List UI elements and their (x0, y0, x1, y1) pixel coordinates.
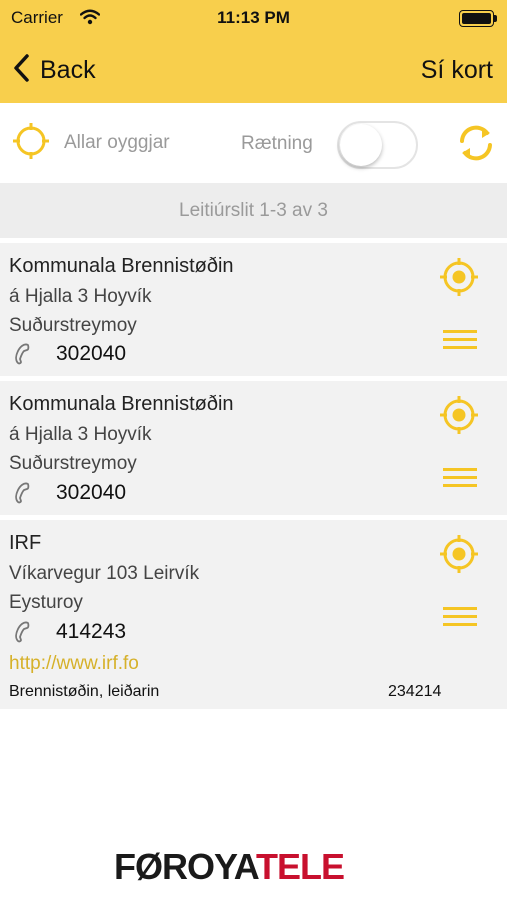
phone-link[interactable]: 302040 (12, 481, 126, 505)
item-name: IRF (9, 532, 42, 554)
locate-icon (12, 122, 50, 165)
phone-link[interactable]: 302040 (12, 342, 126, 366)
status-bar: Carrier 11:13 PM (0, 0, 507, 36)
foroya-tele-logo: FØROYATELE (0, 840, 507, 890)
clock: 11:13 PM (217, 8, 290, 27)
back-label: Back (40, 55, 96, 84)
website-link[interactable]: http://www.irf.fo (9, 653, 139, 675)
svg-text:FØROYATELE: FØROYATELE (114, 846, 344, 887)
chevron-left-icon (12, 53, 30, 88)
details-menu-button[interactable] (443, 466, 477, 490)
item-name: Kommunala Brennistøðin (9, 255, 234, 277)
island-filter-label: Allar oyggjar (64, 132, 170, 153)
results-summary: Leitiúrslit 1-3 av 3 (179, 199, 328, 221)
results-summary-bar: Leitiúrslit 1-3 av 3 (0, 183, 507, 238)
locate-on-map-button[interactable] (439, 395, 479, 435)
item-phone: 414243 (56, 620, 127, 643)
toggle-knob (340, 124, 382, 166)
target-icon (440, 258, 478, 296)
navigation-bar: Carrier 11:13 PM Back Sí kort (0, 0, 507, 103)
phone-icon (15, 621, 30, 643)
locate-on-map-button[interactable] (439, 257, 479, 297)
battery-icon (459, 10, 497, 27)
item-region: Suðurstreymoy (9, 315, 137, 336)
details-menu-button[interactable] (443, 328, 477, 352)
list-item[interactable]: Kommunala Brennistøðin á Hjalla 3 Hoyvík… (0, 381, 507, 515)
list-item[interactable]: Kommunala Brennistøðin á Hjalla 3 Hoyvík… (0, 243, 507, 376)
item-category: Brennistøðin, leiðarin (9, 683, 160, 700)
back-button[interactable]: Back (12, 50, 96, 90)
item-phone: 302040 (56, 342, 127, 365)
refresh-icon (460, 125, 492, 161)
menu-icon (443, 330, 477, 349)
target-icon (440, 535, 478, 573)
refresh-button[interactable] (455, 122, 497, 164)
sort-toggle[interactable] (337, 121, 418, 169)
item-name: Kommunala Brennistøðin (9, 393, 234, 415)
locate-on-map-button[interactable] (439, 534, 479, 574)
item-region: Eysturoy (9, 592, 83, 613)
island-filter-button[interactable]: Allar oyggjar (12, 122, 170, 165)
list-item[interactable]: IRF Víkarvegur 103 Leirvík Eysturoy 4142… (0, 520, 507, 709)
item-address: Víkarvegur 103 Leirvík (9, 563, 200, 584)
details-menu-button[interactable] (443, 605, 477, 629)
menu-icon (443, 607, 477, 626)
show-map-button[interactable]: Sí kort (421, 50, 493, 90)
item-address: á Hjalla 3 Hoyvík (9, 424, 152, 445)
item-phone: 302040 (56, 481, 127, 504)
menu-icon (443, 468, 477, 487)
item-region: Suðurstreymoy (9, 453, 137, 474)
sort-label: Rætning (241, 133, 313, 154)
filter-bar: Allar oyggjar Rætning (0, 103, 507, 183)
phone-link[interactable]: 414243 (12, 620, 126, 644)
results-list: Kommunala Brennistøðin á Hjalla 3 Hoyvík… (0, 243, 507, 714)
phone-icon (15, 343, 30, 365)
target-icon (440, 396, 478, 434)
phone-icon (15, 482, 30, 504)
item-address: á Hjalla 3 Hoyvík (9, 286, 152, 307)
item-category-number: 234214 (388, 683, 442, 700)
